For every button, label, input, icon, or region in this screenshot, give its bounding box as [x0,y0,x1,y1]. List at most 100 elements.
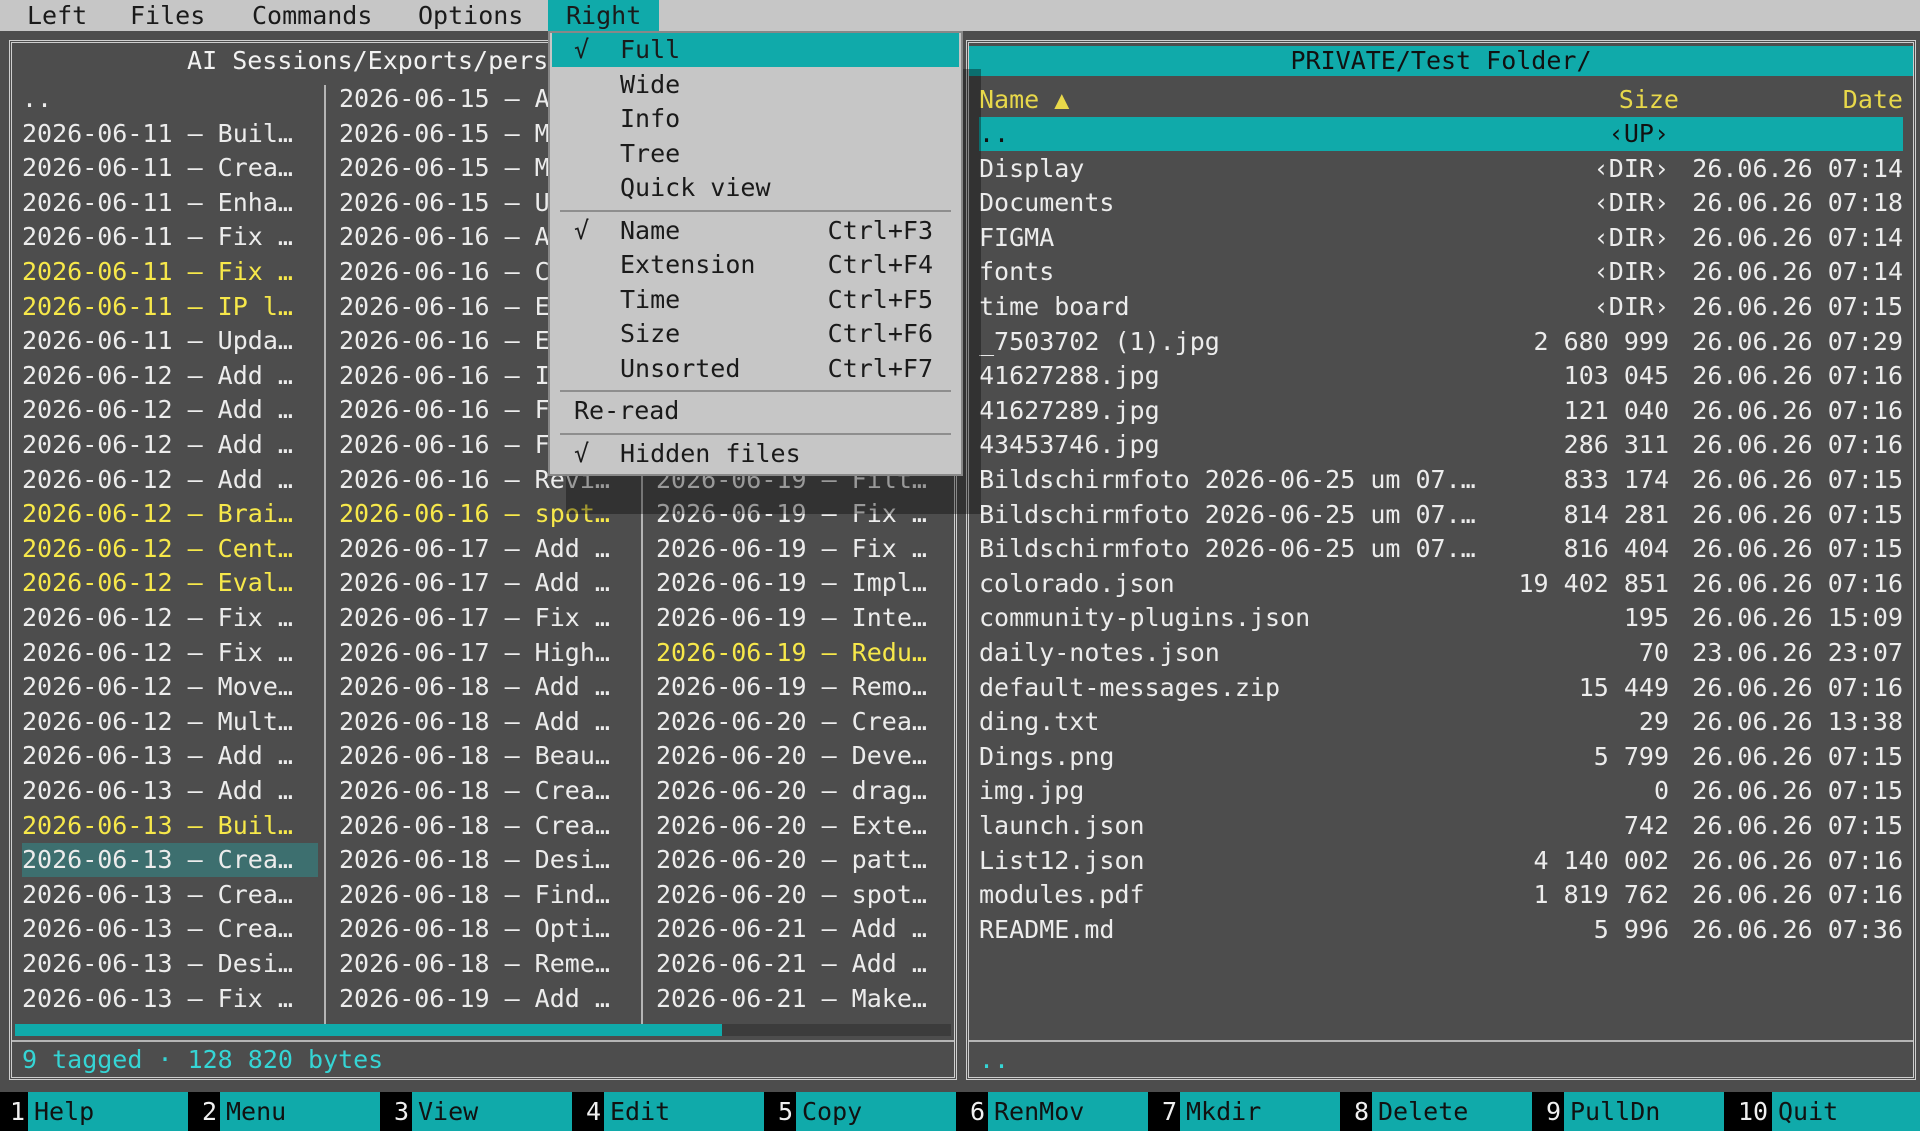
list-item[interactable]: 2026-06-20 – patt… [656,843,952,877]
list-item[interactable]: 2026-06-12 – Add … [22,393,318,427]
table-row[interactable]: time board ‹DIR› 26.06.26 07:15 [979,290,1903,324]
table-row[interactable]: daily-notes.json 70 23.06.26 23:07 [979,636,1903,670]
parent-dir-row[interactable]: .. ‹UP› [979,117,1903,151]
list-item[interactable]: 2026-06-13 – Add … [22,774,318,808]
list-item[interactable]: 2026-06-13 – Fix … [22,982,318,1016]
list-item[interactable]: 2026-06-18 – Crea… [339,774,635,808]
list-item[interactable]: 2026-06-17 – Fix … [339,601,635,635]
list-item[interactable]: 2026-06-17 – High… [339,636,635,670]
table-row[interactable]: ding.txt 29 26.06.26 13:38 [979,705,1903,739]
list-item[interactable]: 2026-06-20 – spot… [656,878,952,912]
column-header-size[interactable]: Size [1619,83,1679,117]
scrollbar-thumb[interactable] [15,1024,722,1036]
right-panel[interactable]: PRIVATE/Test Folder/ Name ▲ Size Date ..… [964,38,1918,1082]
table-row[interactable]: Documents ‹DIR› 26.06.26 07:18 [979,186,1903,220]
list-item[interactable]: 2026-06-13 – Buil… [22,809,318,843]
list-item[interactable]: 2026-06-18 – Add … [339,670,635,704]
list-item[interactable]: 2026-06-18 – Add … [339,705,635,739]
fkey-quit[interactable]: 10 Quit [1728,1092,1920,1131]
menu-item-re-read[interactable]: Re-read [552,394,959,428]
table-row[interactable]: fonts ‹DIR› 26.06.26 07:14 [979,255,1903,289]
list-item[interactable]: 2026-06-19 – Fix … [656,497,952,531]
list-item[interactable]: 2026-06-11 – IP l… [22,290,318,324]
column-header-name[interactable]: Name ▲ [979,83,1069,117]
menu-item-wide[interactable]: Wide [552,68,959,102]
fkey-edit[interactable]: 4 Edit [576,1092,768,1131]
table-row[interactable]: Bildschirmfoto 2026-06-25 um 07.… 816 404… [979,532,1903,566]
list-item[interactable]: 2026-06-17 – Add … [339,532,635,566]
list-item[interactable]: 2026-06-19 – Fix … [656,532,952,566]
menu-left[interactable]: Left [13,0,101,31]
table-row[interactable]: FIGMA ‹DIR› 26.06.26 07:14 [979,221,1903,255]
list-item[interactable]: 2026-06-19 – Remo… [656,670,952,704]
menu-item-info[interactable]: Info [552,102,959,136]
menu-item-quick-view[interactable]: Quick view [552,171,959,205]
list-item[interactable]: 2026-06-12 – Add … [22,463,318,497]
menu-item-hidden-files[interactable]: √ Hidden files [552,437,959,471]
fkey-view[interactable]: 3 View [384,1092,576,1131]
list-item[interactable]: .. [22,82,318,116]
list-item[interactable]: 2026-06-13 – Crea… [22,843,318,878]
table-row[interactable]: launch.json 742 26.06.26 07:15 [979,809,1903,843]
list-item[interactable]: 2026-06-19 – Redu… [656,636,952,670]
fkey-help[interactable]: 1 Help [0,1092,192,1131]
fkey-copy[interactable]: 5 Copy [768,1092,960,1131]
list-item[interactable]: 2026-06-13 – Desi… [22,947,318,981]
list-item[interactable]: 2026-06-11 – Upda… [22,324,318,358]
list-item[interactable]: 2026-06-12 – Fix … [22,636,318,670]
list-item[interactable]: 2026-06-18 – Crea… [339,809,635,843]
menu-item-time[interactable]: Time Ctrl+F5 [552,283,959,317]
list-item[interactable]: 2026-06-12 – Add … [22,428,318,462]
table-row[interactable]: Display ‹DIR› 26.06.26 07:14 [979,152,1903,186]
list-item[interactable]: 2026-06-20 – Exte… [656,809,952,843]
list-item[interactable]: 2026-06-16 – spot… [339,497,635,531]
list-item[interactable]: 2026-06-11 – Fix … [22,255,318,289]
list-item[interactable]: 2026-06-11 – Fix … [22,220,318,254]
list-item[interactable]: 2026-06-11 – Buil… [22,117,318,151]
list-item[interactable]: 2026-06-19 – Add … [339,982,635,1016]
menu-right[interactable]: Right [548,0,660,31]
fkey-delete[interactable]: 8 Delete [1344,1092,1536,1131]
menu-commands[interactable]: Commands [238,0,386,31]
list-item[interactable]: 2026-06-21 – Add … [656,912,952,946]
list-item[interactable]: 2026-06-18 – Opti… [339,912,635,946]
menu-item-tree[interactable]: Tree [552,137,959,171]
menu-item-full[interactable]: √ Full [552,33,959,67]
menu-item-unsorted[interactable]: Unsorted Ctrl+F7 [552,352,959,386]
list-item[interactable]: 2026-06-21 – Add … [656,947,952,981]
list-item[interactable]: 2026-06-18 – Beau… [339,739,635,773]
list-item[interactable]: 2026-06-13 – Add … [22,739,318,773]
menu-item-size[interactable]: Size Ctrl+F6 [552,317,959,351]
list-item[interactable]: 2026-06-20 – drag… [656,774,952,808]
list-item[interactable]: 2026-06-19 – Inte… [656,601,952,635]
list-item[interactable]: 2026-06-18 – Reme… [339,947,635,981]
list-item[interactable]: 2026-06-20 – Deve… [656,739,952,773]
column-header-date[interactable]: Date [1843,83,1903,117]
table-row[interactable]: modules.pdf 1 819 762 26.06.26 07:16 [979,878,1903,912]
list-item[interactable]: 2026-06-18 – Find… [339,878,635,912]
fkey-mkdir[interactable]: 7 Mkdir [1152,1092,1344,1131]
table-row[interactable]: community-plugins.json 195 26.06.26 15:09 [979,601,1903,635]
table-row[interactable]: README.md 5 996 26.06.26 07:36 [979,913,1903,947]
list-item[interactable]: 2026-06-11 – Crea… [22,151,318,185]
menu-item-name[interactable]: √ Name Ctrl+F3 [552,214,959,248]
list-item[interactable]: 2026-06-12 – Brai… [22,497,318,531]
table-row[interactable]: colorado.json 19 402 851 26.06.26 07:16 [979,567,1903,601]
list-item[interactable]: 2026-06-13 – Crea… [22,878,318,912]
table-row[interactable]: 41627288.jpg 103 045 26.06.26 07:16 [979,359,1903,393]
menu-options[interactable]: Options [404,0,537,31]
list-item[interactable]: 2026-06-19 – Impl… [656,566,952,600]
table-row[interactable]: _7503702 (1).jpg 2 680 999 26.06.26 07:29 [979,325,1903,359]
table-row[interactable]: Dings.png 5 799 26.06.26 07:15 [979,740,1903,774]
table-row[interactable]: img.jpg 0 26.06.26 07:15 [979,774,1903,808]
menu-files[interactable]: Files [116,0,219,31]
menu-item-extension[interactable]: Extension Ctrl+F4 [552,248,959,282]
table-row[interactable]: Bildschirmfoto 2026-06-25 um 07.… 833 174… [979,463,1903,497]
table-row[interactable]: List12.json 4 140 002 26.06.26 07:16 [979,844,1903,878]
table-row[interactable]: 43453746.jpg 286 311 26.06.26 07:16 [979,428,1903,462]
list-item[interactable]: 2026-06-18 – Desi… [339,843,635,877]
horizontal-scrollbar[interactable] [15,1024,951,1036]
fkey-menu[interactable]: 2 Menu [192,1092,384,1131]
list-item[interactable]: 2026-06-12 – Eval… [22,566,318,600]
list-item[interactable]: 2026-06-11 – Enha… [22,186,318,220]
